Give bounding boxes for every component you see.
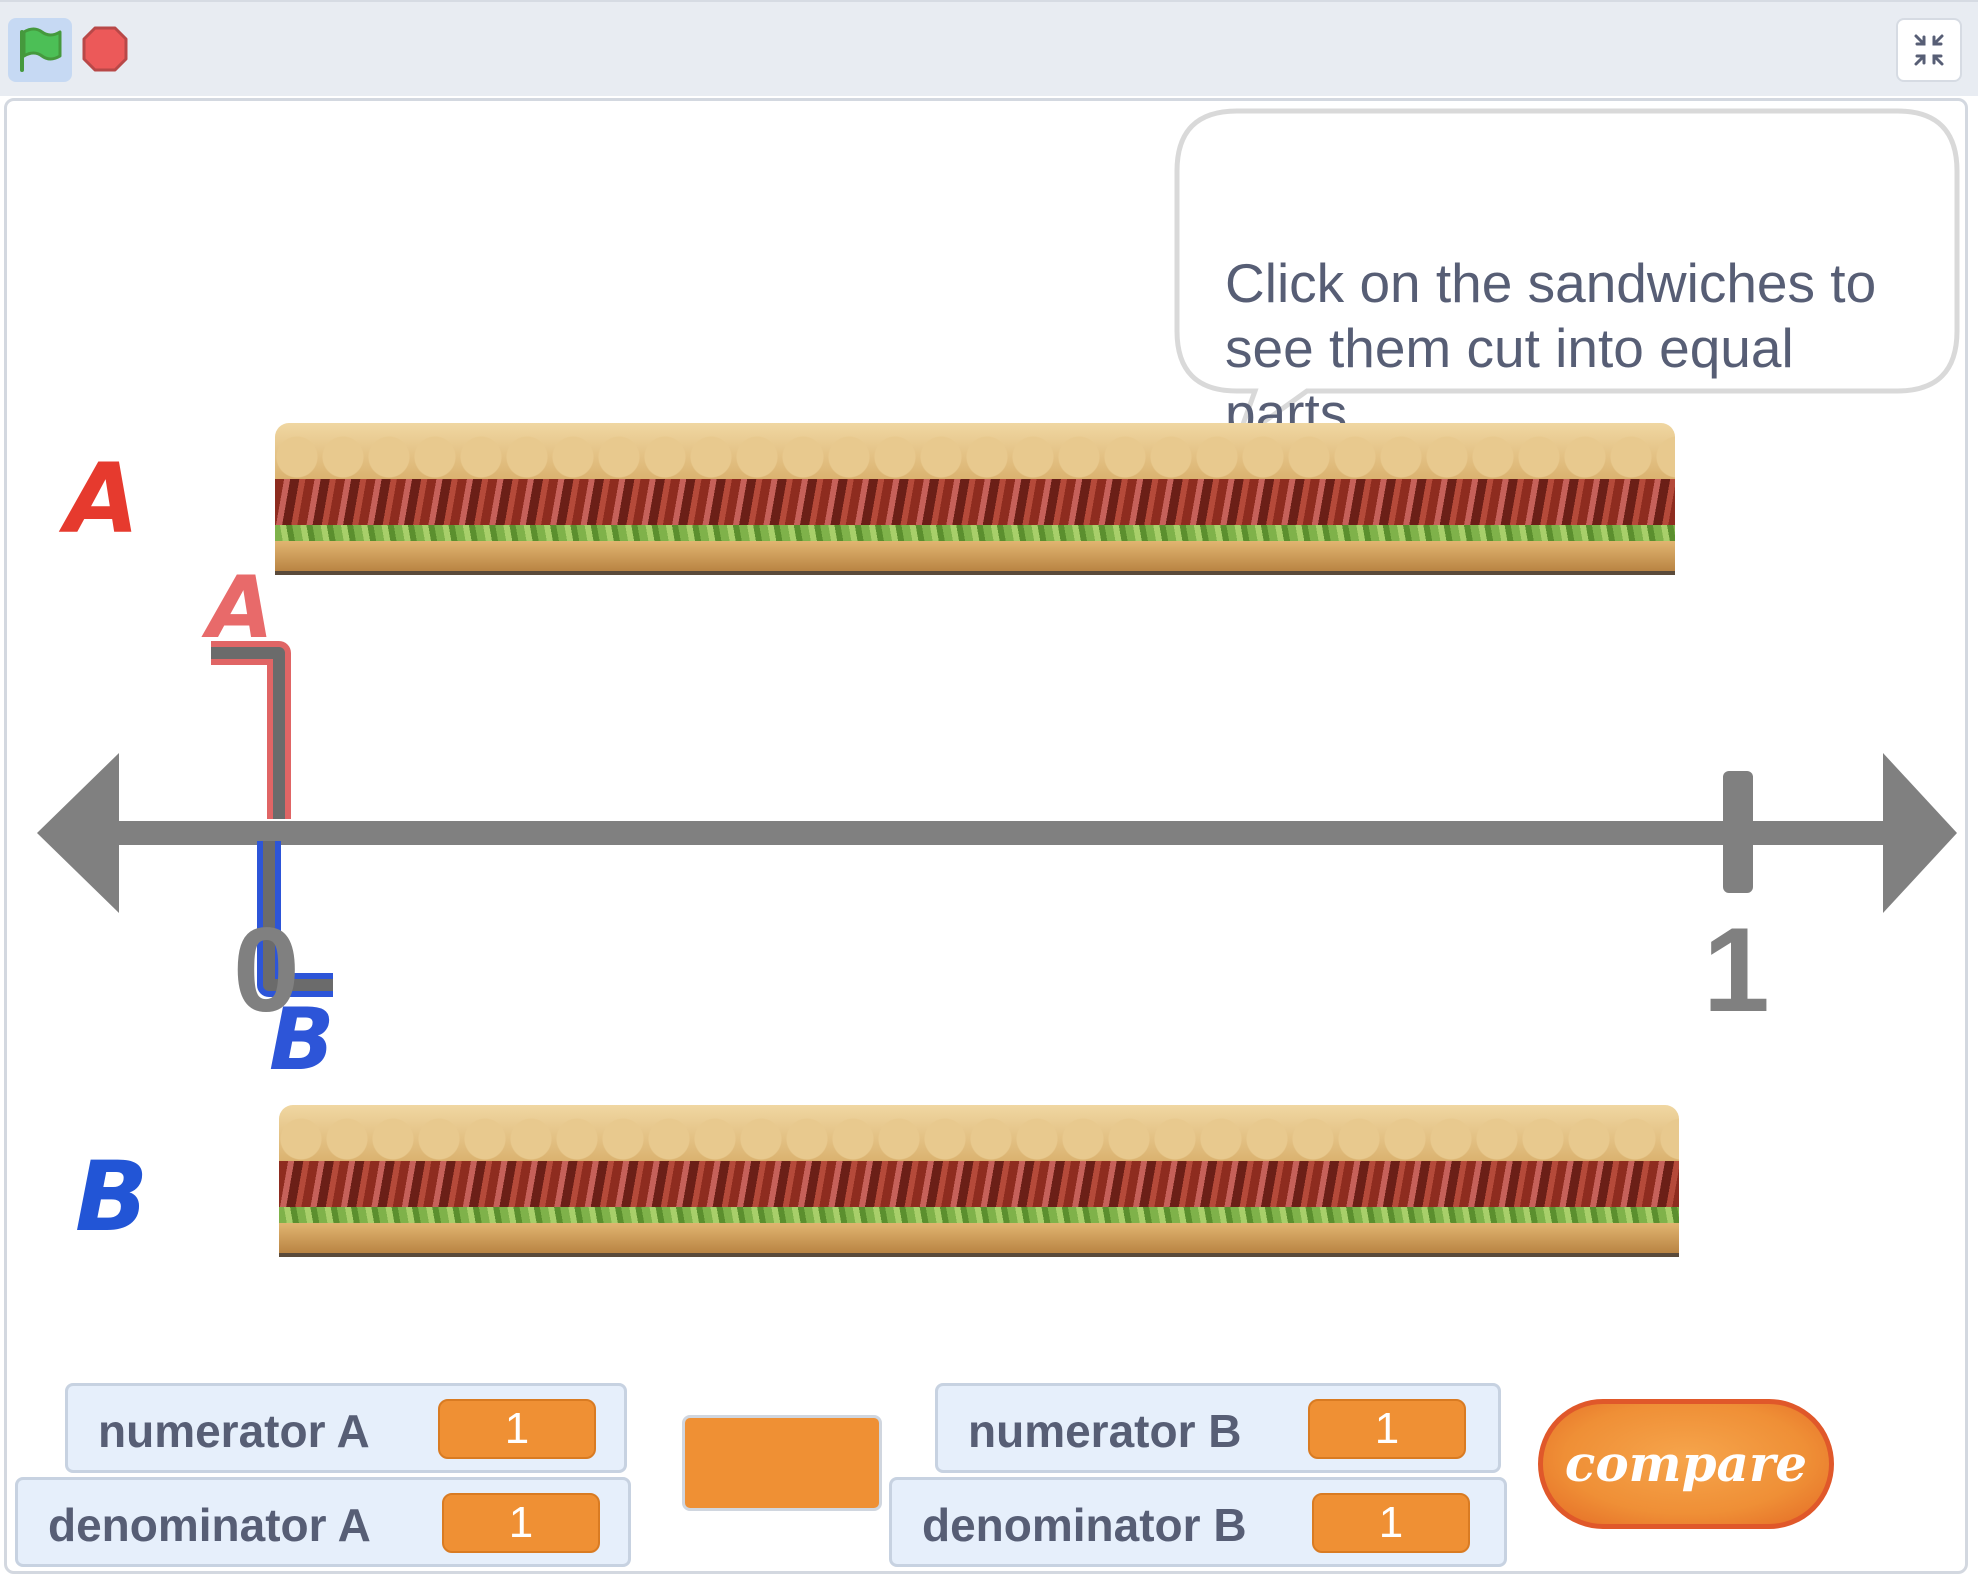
green-flag-icon — [20, 27, 62, 72]
small-stage-icon — [1914, 34, 1944, 66]
monitor-label: denominator B — [922, 1499, 1247, 1551]
tick-label-0: 0 — [233, 903, 300, 1037]
label-b: B — [73, 1141, 149, 1253]
monitor-value: 1 — [438, 1399, 596, 1459]
marker-a — [211, 641, 291, 819]
sandwich-bread-bottom — [275, 541, 1675, 575]
stop-button[interactable] — [80, 24, 130, 74]
result-box — [682, 1415, 882, 1511]
monitor-value: 1 — [1312, 1493, 1470, 1553]
compare-button-label: compare — [1564, 1434, 1808, 1493]
label-a: A — [63, 443, 140, 555]
marker-a-label: A — [206, 558, 276, 658]
green-flag-button[interactable] — [8, 18, 72, 82]
monitor-value: 1 — [442, 1493, 600, 1553]
monitor-numerator-a[interactable]: numerator A 1 — [65, 1383, 627, 1473]
sandwich-bread — [275, 423, 1675, 485]
sandwich-a[interactable] — [275, 413, 1675, 581]
monitor-label: numerator A — [98, 1405, 370, 1457]
monitor-label: denominator A — [48, 1499, 371, 1551]
sandwich-bread-bottom — [279, 1223, 1679, 1257]
sandwich-b[interactable] — [279, 1095, 1679, 1263]
sandwich-filling — [275, 479, 1675, 527]
stage-header — [0, 0, 1978, 96]
number-line — [37, 753, 1957, 913]
sandwich-bread — [279, 1105, 1679, 1167]
monitor-value: 1 — [1308, 1399, 1466, 1459]
small-stage-button[interactable] — [1896, 18, 1962, 82]
monitor-label: numerator B — [968, 1405, 1242, 1457]
tick-label-1: 1 — [1703, 903, 1770, 1037]
sandwich-filling — [279, 1161, 1679, 1209]
monitor-denominator-b[interactable]: denominator B 1 — [889, 1477, 1507, 1567]
monitor-numerator-b[interactable]: numerator B 1 — [935, 1383, 1501, 1473]
compare-button[interactable]: compare — [1538, 1399, 1834, 1529]
stop-icon — [82, 26, 128, 72]
stage[interactable]: Click on the sandwiches to see them cut … — [4, 98, 1968, 1574]
monitor-denominator-a[interactable]: denominator A 1 — [15, 1477, 631, 1567]
